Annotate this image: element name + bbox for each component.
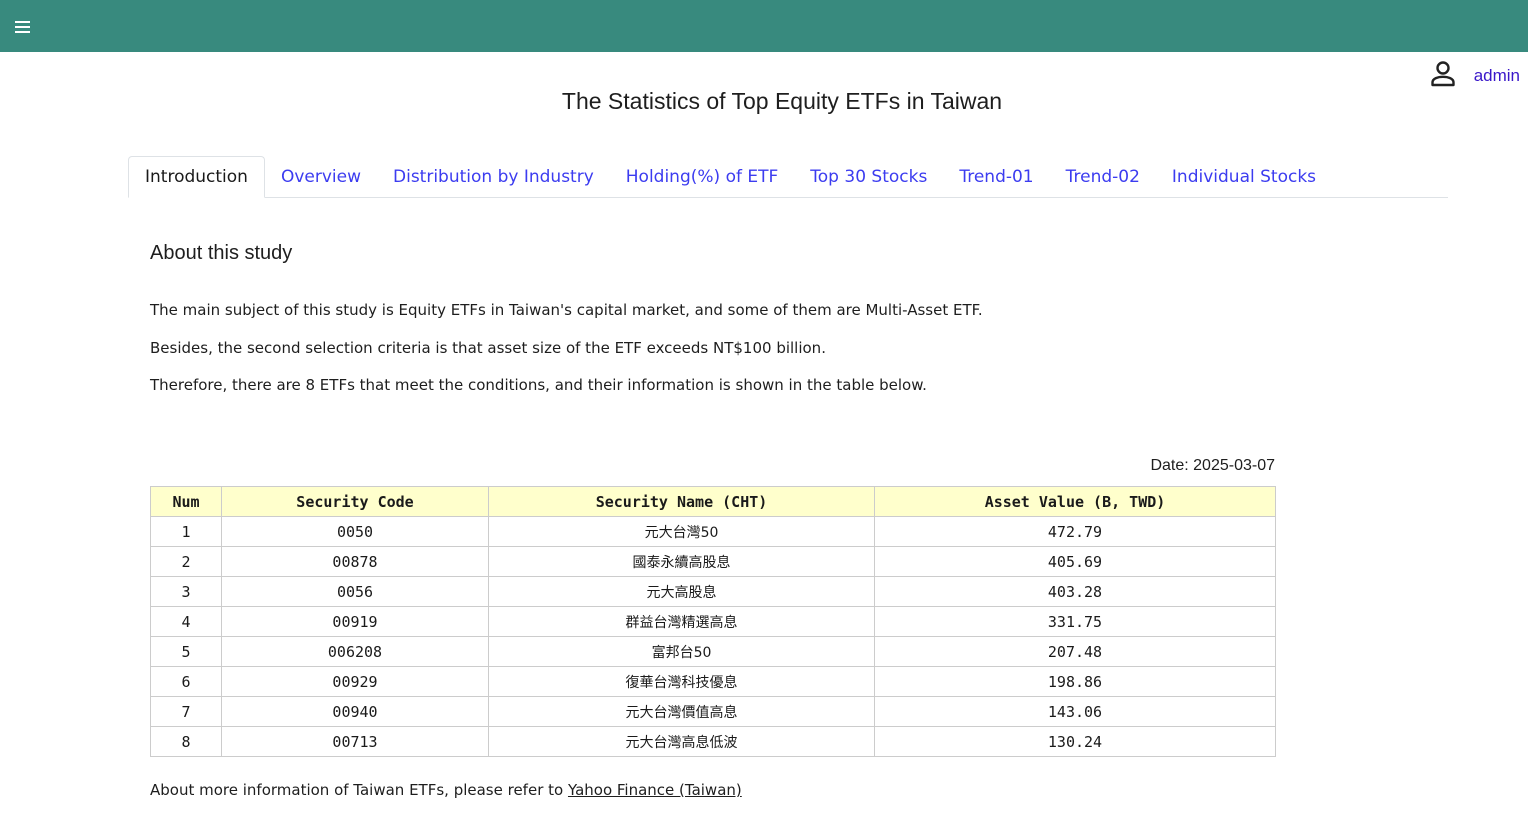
table-row: 2 00878 國泰永續高股息 405.69 (150, 546, 1276, 577)
cell-asset-value: 130.24 (874, 726, 1276, 757)
table-row: 5 006208 富邦台50 207.48 (150, 636, 1276, 667)
user-name-link[interactable]: admin (1474, 66, 1520, 86)
footer-text: About more information of Taiwan ETFs, p… (150, 781, 568, 799)
cell-asset-value: 143.06 (874, 696, 1276, 727)
table-row: 8 00713 元大台灣高息低波 130.24 (150, 726, 1276, 757)
cell-num: 7 (150, 696, 222, 727)
cell-security-name: 復華台灣科技優息 (488, 666, 875, 697)
etf-table: Num Security Code Security Name (CHT) As… (150, 486, 1276, 757)
tab-trend-01[interactable]: Trend-01 (943, 156, 1049, 197)
cell-num: 8 (150, 726, 222, 757)
cell-num: 1 (150, 516, 222, 547)
table-row: 1 0050 元大台灣50 472.79 (150, 516, 1276, 547)
tab-introduction[interactable]: Introduction (128, 156, 265, 198)
tab-individual-stocks[interactable]: Individual Stocks (1156, 156, 1332, 197)
cell-security-code: 00713 (221, 726, 489, 757)
cell-num: 5 (150, 636, 222, 667)
cell-num: 4 (150, 606, 222, 637)
tab-distribution-by-industry[interactable]: Distribution by Industry (377, 156, 610, 197)
cell-asset-value: 472.79 (874, 516, 1276, 547)
table-row: 4 00919 群益台灣精選高息 331.75 (150, 606, 1276, 637)
cell-num: 3 (150, 576, 222, 607)
table-row: 6 00929 復華台灣科技優息 198.86 (150, 666, 1276, 697)
cell-security-name: 富邦台50 (488, 636, 875, 667)
table-row: 3 0056 元大高股息 403.28 (150, 576, 1276, 607)
tab-trend-02[interactable]: Trend-02 (1050, 156, 1156, 197)
cell-security-name: 國泰永續高股息 (488, 546, 875, 577)
column-header-asset-value: Asset Value (B, TWD) (874, 486, 1276, 517)
table-header-row: Num Security Code Security Name (CHT) As… (150, 486, 1276, 517)
footer-note: About more information of Taiwan ETFs, p… (150, 781, 742, 799)
cell-security-code: 00878 (221, 546, 489, 577)
person-icon[interactable] (1430, 60, 1456, 88)
intro-paragraph-2: Besides, the second selection criteria i… (150, 339, 826, 357)
cell-num: 6 (150, 666, 222, 697)
tab-holding-of-etf[interactable]: Holding(%) of ETF (610, 156, 795, 197)
intro-paragraph-1: The main subject of this study is Equity… (150, 301, 983, 319)
yahoo-finance-link[interactable]: Yahoo Finance (Taiwan) (568, 781, 742, 799)
cell-security-name: 元大台灣50 (488, 516, 875, 547)
intro-paragraph-3: Therefore, there are 8 ETFs that meet th… (150, 376, 927, 394)
cell-asset-value: 331.75 (874, 606, 1276, 637)
hamburger-menu-icon[interactable] (12, 18, 34, 36)
cell-asset-value: 207.48 (874, 636, 1276, 667)
column-header-num: Num (150, 486, 222, 517)
tab-bar: Introduction Overview Distribution by In… (128, 156, 1448, 198)
top-app-bar (0, 0, 1528, 52)
column-header-security-code: Security Code (221, 486, 489, 517)
section-heading: About this study (150, 242, 293, 264)
user-area: admin (1430, 56, 1520, 92)
cell-security-name: 元大台灣高息低波 (488, 726, 875, 757)
cell-security-code: 0050 (221, 516, 489, 547)
column-header-security-name: Security Name (CHT) (488, 486, 875, 517)
cell-security-name: 元大台灣價值高息 (488, 696, 875, 727)
cell-asset-value: 403.28 (874, 576, 1276, 607)
cell-security-name: 群益台灣精選高息 (488, 606, 875, 637)
tab-overview[interactable]: Overview (265, 156, 377, 197)
cell-security-name: 元大高股息 (488, 576, 875, 607)
table-row: 7 00940 元大台灣價值高息 143.06 (150, 696, 1276, 727)
tab-top-30-stocks[interactable]: Top 30 Stocks (794, 156, 943, 197)
page-title: The Statistics of Top Equity ETFs in Tai… (561, 88, 1003, 114)
cell-security-code: 006208 (221, 636, 489, 667)
cell-security-code: 00929 (221, 666, 489, 697)
cell-asset-value: 198.86 (874, 666, 1276, 697)
cell-asset-value: 405.69 (874, 546, 1276, 577)
cell-security-code: 00940 (221, 696, 489, 727)
date-label: Date: 2025-03-07 (1150, 457, 1275, 474)
cell-security-code: 00919 (221, 606, 489, 637)
cell-num: 2 (150, 546, 222, 577)
cell-security-code: 0056 (221, 576, 489, 607)
